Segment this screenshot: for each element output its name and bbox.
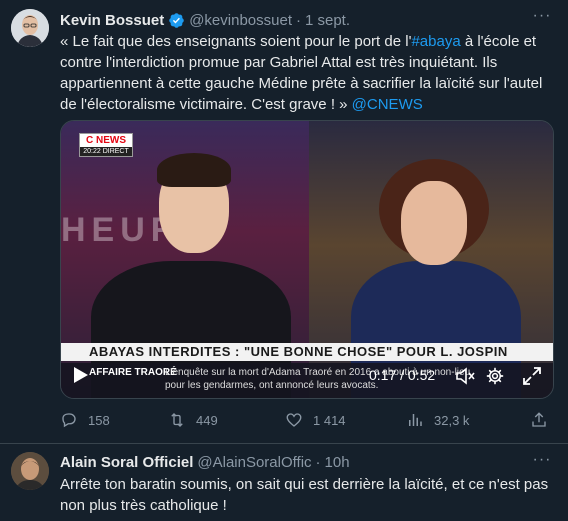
avatar[interactable] [11, 452, 49, 490]
speaker-hair [157, 153, 231, 187]
mention-link[interactable]: @CNEWS [348, 96, 423, 113]
guest-face [401, 181, 467, 265]
author-handle[interactable]: @AlainSoralOffic [197, 454, 311, 471]
reply-count: 158 [88, 412, 110, 428]
news-ticker: AFFAIRE TRAORÉ L'enquête sur la mort d'A… [61, 363, 553, 398]
separator: · [295, 11, 301, 29]
settings-gear-icon[interactable] [486, 367, 504, 385]
share-icon [532, 412, 546, 427]
author-name[interactable]: Kevin Bossuet [60, 12, 164, 29]
tweet-text: Arrête ton baratin soumis, on sait qui e… [60, 476, 549, 514]
video-player[interactable]: HEURE C NEWS 20:22 DIRECT ABAYAS INTERDI… [60, 120, 554, 399]
author-name[interactable]: Alain Soral Officiel [60, 454, 193, 471]
separator: · [315, 453, 321, 471]
tweet-header: Kevin Bossuet @kevinbossuet · 1 sept. [60, 11, 528, 29]
video-time: 0:17 / 0:52 [369, 367, 436, 383]
avatar-portrait [11, 452, 49, 490]
tweet-text: « Le fait que des enseignants soient pou… [60, 31, 554, 115]
volume-muted-icon[interactable] [455, 367, 475, 385]
retweet-count: 449 [196, 412, 218, 428]
views-button[interactable]: 32,3 k [406, 409, 469, 431]
share-button[interactable] [530, 409, 548, 431]
avatar-portrait [11, 9, 49, 47]
channel-time: 20:22 DIRECT [83, 148, 129, 155]
more-options-icon[interactable]: ··· [532, 452, 552, 473]
retweet-button[interactable]: 449 [168, 409, 218, 431]
like-button[interactable]: 1 414 [285, 409, 346, 431]
tweet-text-part: « Le fait que des enseignants soient pou… [60, 33, 412, 50]
video-banner: ABAYAS INTERDITES : "UNE BONNE CHOSE" PO… [61, 343, 553, 361]
tweet-main[interactable]: Kevin Bossuet @kevinbossuet · 1 sept. ··… [0, 0, 568, 444]
heart-icon [286, 413, 302, 427]
ticker-tag: AFFAIRE TRAORÉ [89, 367, 177, 378]
views-count: 32,3 k [434, 412, 470, 428]
avatar[interactable] [11, 9, 49, 47]
hashtag-link[interactable]: #abaya [411, 33, 460, 50]
channel-logo: C NEWS 20:22 DIRECT [79, 133, 133, 157]
play-icon[interactable] [73, 366, 89, 384]
views-chart-icon [409, 414, 422, 426]
tweet-header: Alain Soral Officiel @AlainSoralOffic · … [60, 453, 528, 471]
timestamp[interactable]: 10h [325, 454, 350, 471]
channel-logo-text: C NEWS [80, 134, 132, 147]
tweet-reply[interactable]: Alain Soral Officiel @AlainSoralOffic · … [0, 444, 568, 521]
author-handle[interactable]: @kevinbossuet [189, 12, 292, 29]
more-options-icon[interactable]: ··· [532, 8, 552, 29]
verified-badge-icon[interactable] [168, 12, 185, 29]
like-count: 1 414 [313, 412, 346, 428]
reply-icon [62, 413, 76, 428]
fullscreen-icon[interactable] [523, 367, 541, 385]
reply-button[interactable]: 158 [60, 409, 110, 431]
timestamp[interactable]: 1 sept. [305, 12, 350, 29]
retweet-icon [171, 413, 183, 427]
tweet-actions: 158 449 1 414 32,3 k [60, 409, 554, 431]
